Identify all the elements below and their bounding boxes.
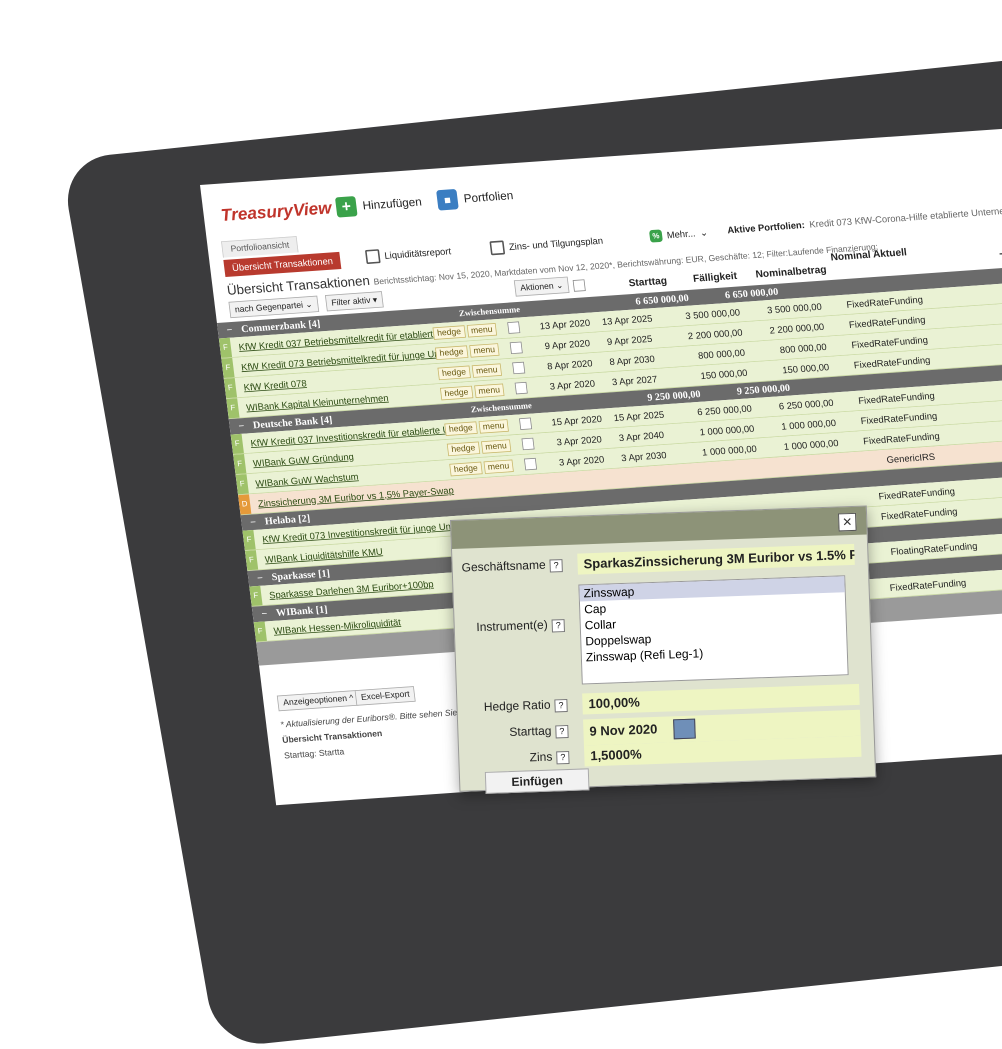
- row-checkbox[interactable]: [524, 457, 538, 471]
- col-faelligkeit[interactable]: Fälligkeit: [674, 269, 737, 285]
- instrument-list[interactable]: Zinsswap Cap Collar Doppelswap Zinsswap …: [578, 575, 849, 685]
- chevron-down-icon: ⌄: [699, 226, 709, 239]
- portfolios-button[interactable]: ■ Portfolien: [436, 185, 514, 211]
- filter-button[interactable]: Filter aktiv ▾: [324, 291, 384, 312]
- name-field[interactable]: SparkasZinssicherung 3M Euribor vs 1.5% …: [577, 543, 855, 575]
- excel-export-button[interactable]: Excel-Export: [354, 686, 416, 706]
- tab-more[interactable]: % Mehr... ⌄: [648, 226, 709, 243]
- display-options-button[interactable]: Anzeigeoptionen ^: [276, 690, 360, 712]
- help-icon[interactable]: ?: [549, 559, 563, 573]
- col-type[interactable]: Typ: [931, 250, 1002, 268]
- row-checkbox[interactable]: [519, 417, 533, 430]
- tab-liquidity[interactable]: Liquiditätsreport: [364, 244, 452, 265]
- col-nominal[interactable]: Nominalbetrag: [744, 263, 827, 280]
- row-checkbox[interactable]: [507, 321, 521, 334]
- row-checkbox[interactable]: [512, 361, 526, 375]
- swap-dialog: ✕ Geschäftsname? SparkasZinssicherung 3M…: [450, 505, 877, 794]
- app-logo: TreasuryView: [219, 197, 333, 225]
- starttag-label: Starttag: Startta: [283, 747, 345, 761]
- help-icon[interactable]: ?: [554, 699, 568, 713]
- add-button[interactable]: + Hinzufügen: [334, 191, 423, 218]
- hedge-ratio-field[interactable]: 100,00%: [582, 683, 860, 715]
- name-label: Geschäftsname?: [452, 557, 563, 576]
- help-icon[interactable]: ?: [551, 619, 565, 633]
- row-checkbox[interactable]: [514, 381, 528, 395]
- collapse-icon[interactable]: −: [217, 323, 242, 337]
- rate-label: Zins?: [459, 749, 570, 768]
- instrument-label: Instrument(e)?: [455, 617, 565, 636]
- group-by-select[interactable]: nach Gegenpartei ⌄: [228, 295, 319, 319]
- close-icon[interactable]: ✕: [838, 512, 857, 532]
- calendar-icon: [489, 240, 506, 256]
- hedge-label: Hedge Ratio?: [457, 697, 568, 716]
- actions-button[interactable]: Aktionen ⌄: [513, 276, 570, 297]
- tab-portfolioansicht[interactable]: Portfolioansicht: [221, 236, 299, 258]
- help-icon[interactable]: ?: [556, 750, 570, 765]
- calendar-icon[interactable]: [673, 718, 696, 740]
- collapse-icon[interactable]: −: [229, 419, 254, 433]
- plus-icon: +: [334, 196, 358, 218]
- row-checkbox[interactable]: [521, 437, 535, 451]
- percent-icon: %: [648, 229, 663, 243]
- report-icon: [364, 249, 381, 265]
- collapse-icon[interactable]: −: [252, 607, 277, 621]
- collapse-icon[interactable]: −: [241, 515, 266, 529]
- select-all-checkbox[interactable]: [572, 279, 586, 292]
- active-portfolios: Aktive Portfolien: Kredit 073 KfW-Corona-…: [726, 199, 1002, 236]
- section-label: Übersicht Transaktionen: [281, 729, 383, 746]
- tab-interest-plan[interactable]: Zins- und Tilgungsplan: [489, 234, 604, 256]
- collapse-icon[interactable]: −: [248, 571, 273, 585]
- start-label: Starttag?: [458, 723, 569, 742]
- help-icon[interactable]: ?: [555, 724, 569, 739]
- briefcase-icon: ■: [436, 188, 459, 211]
- insert-button[interactable]: Einfügen: [484, 768, 590, 794]
- row-checkbox[interactable]: [509, 341, 523, 355]
- col-starttag[interactable]: Starttag: [604, 274, 668, 290]
